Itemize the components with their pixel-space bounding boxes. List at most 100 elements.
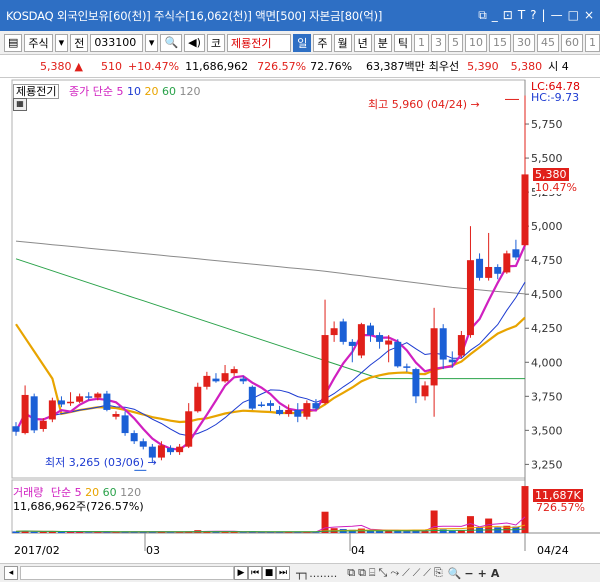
period-week[interactable]: 주 bbox=[313, 33, 332, 52]
interval-3[interactable]: 3 bbox=[431, 33, 446, 52]
candle-body bbox=[394, 341, 402, 367]
x-label-apr: 04 bbox=[351, 544, 365, 557]
restore-icon[interactable]: ⧉ bbox=[478, 8, 487, 23]
candle-body bbox=[448, 359, 456, 363]
legend-ma-label: 종가 단순 bbox=[68, 85, 113, 98]
scroll-left-icon[interactable]: ◂ bbox=[4, 566, 18, 580]
chart-area[interactable]: 5,7505,5005,2505,0004,7504,5004,2504,000… bbox=[0, 78, 600, 581]
period-month[interactable]: 월 bbox=[333, 33, 352, 52]
period-minute[interactable]: 분 bbox=[373, 33, 392, 52]
skip-end-icon[interactable]: ⏭ bbox=[276, 566, 290, 580]
y-tick-label: 3,250 bbox=[531, 458, 563, 471]
y-tick-label: 4,000 bbox=[531, 356, 563, 369]
scroll-track[interactable] bbox=[20, 566, 234, 580]
interval-5[interactable]: 5 bbox=[448, 33, 463, 52]
candle-body bbox=[130, 433, 138, 442]
help-icon[interactable]: ? bbox=[530, 8, 536, 23]
search-icon[interactable]: 🔍 bbox=[160, 33, 183, 52]
grid-icon[interactable]: ▦ bbox=[13, 98, 27, 111]
zoom-in-icon[interactable]: + bbox=[478, 567, 487, 580]
pin-icon[interactable]: ⊡ bbox=[503, 8, 513, 23]
close-icon[interactable]: × bbox=[584, 8, 594, 23]
y-tick-label: 4,500 bbox=[531, 288, 563, 301]
period-day[interactable]: 일 bbox=[293, 33, 312, 52]
all-button[interactable]: 전 bbox=[70, 33, 89, 52]
sound-icon[interactable]: ◀) bbox=[184, 33, 205, 52]
candle-body bbox=[457, 335, 465, 356]
candle-body bbox=[248, 386, 256, 409]
candle-body bbox=[39, 420, 47, 429]
min-icon[interactable]: — bbox=[551, 8, 563, 23]
candle-body bbox=[221, 373, 229, 382]
volume-bar bbox=[239, 532, 247, 533]
interval-30[interactable]: 30 bbox=[513, 33, 535, 52]
last-volume-pct: 726.57% bbox=[536, 501, 585, 514]
candle-body bbox=[57, 400, 65, 405]
candle-body bbox=[212, 378, 220, 382]
candle-body bbox=[176, 446, 184, 453]
candle-body bbox=[348, 341, 356, 346]
font-icon[interactable]: A bbox=[491, 567, 500, 580]
candle-body bbox=[403, 366, 411, 368]
candle-body bbox=[194, 386, 202, 412]
skip-start-icon[interactable]: ⏮ bbox=[248, 566, 262, 580]
panel-icon[interactable]: ▤ bbox=[4, 33, 23, 52]
y-tick-label: 5,750 bbox=[531, 118, 563, 131]
x-label-mar: 03 bbox=[146, 544, 160, 557]
candle-body bbox=[203, 375, 211, 387]
interval-1[interactable]: 1 bbox=[414, 33, 429, 52]
legend-ma60: 60 bbox=[161, 85, 176, 98]
code-dropdown-icon[interactable]: ▾ bbox=[144, 33, 159, 52]
candle-body bbox=[521, 174, 529, 246]
candle-body bbox=[303, 403, 311, 417]
candle-body bbox=[239, 378, 247, 382]
volume-ratio: 726.57% bbox=[257, 59, 307, 73]
candle-body bbox=[85, 396, 93, 398]
interval-60[interactable]: 60 bbox=[561, 33, 583, 52]
legend-stock-name: 제룡전기 bbox=[13, 84, 60, 99]
candle-body bbox=[67, 401, 75, 404]
bottom-scrollbar[interactable]: ◂ ▶ ⏮ ■ ⏭ ┬┐........ ⧉⧉⌸⤡⤳⟋⟋⟋⎘ 🔍 − + A bbox=[0, 563, 600, 582]
y-tick-label: 3,500 bbox=[531, 424, 563, 437]
candle-body bbox=[30, 396, 38, 431]
candle-body bbox=[76, 396, 84, 402]
volume-value: 11,686,962 bbox=[185, 59, 249, 73]
play-icon[interactable]: ▶ bbox=[234, 566, 248, 580]
candle-body bbox=[103, 393, 111, 410]
toolbar: ▤ 주식 ▾ 전 033100 ▾ 🔍 ◀) 코 제룡전기 일 주 월 년 분 … bbox=[0, 31, 600, 55]
candle-body bbox=[321, 335, 329, 404]
interval-45[interactable]: 45 bbox=[537, 33, 559, 52]
stock-name[interactable]: 제룡전기 bbox=[227, 33, 292, 52]
zoom-slider[interactable]: ┬┐........ bbox=[296, 567, 337, 580]
candle-body bbox=[257, 404, 265, 406]
ma60-line bbox=[15, 258, 525, 380]
candle-body bbox=[485, 266, 493, 278]
volume-bar bbox=[30, 531, 38, 533]
candle-body bbox=[466, 260, 474, 336]
separator-icon: | bbox=[541, 8, 546, 22]
stop-icon[interactable]: ■ bbox=[262, 566, 276, 580]
volume-value-label: 11,686,962주(726.57%) bbox=[13, 500, 144, 513]
candle-body bbox=[157, 445, 165, 458]
legend-ma120: 120 bbox=[179, 85, 201, 98]
market-dropdown-icon[interactable]: ▾ bbox=[54, 33, 69, 52]
magnify-icon[interactable]: 🔍 bbox=[448, 567, 462, 580]
ma5-line bbox=[15, 244, 527, 451]
interval-15[interactable]: 15 bbox=[489, 33, 511, 52]
candle-body bbox=[476, 258, 484, 278]
code-input[interactable]: 033100 bbox=[90, 33, 143, 52]
zoom-out-icon[interactable]: − bbox=[464, 567, 473, 580]
max-icon[interactable]: □ bbox=[568, 8, 579, 23]
low-annotation: 최저 3,265 (03/06) → bbox=[45, 456, 157, 469]
market-select[interactable]: 주식 bbox=[24, 33, 53, 52]
turnover-rate: 72.76% bbox=[310, 59, 353, 73]
text-icon[interactable]: T bbox=[518, 8, 525, 23]
period-tick[interactable]: 틱 bbox=[393, 33, 412, 52]
interval-10[interactable]: 10 bbox=[465, 33, 487, 52]
candle-body bbox=[503, 253, 511, 273]
minimize-icon[interactable]: _ bbox=[492, 8, 498, 23]
drawing-tools-icon[interactable]: ⧉⧉⌸⤡⤳⟋⟋⟋⎘ bbox=[347, 566, 445, 580]
period-year[interactable]: 년 bbox=[353, 33, 372, 52]
candle-body bbox=[357, 324, 365, 356]
interval-1b[interactable]: 1 bbox=[585, 33, 600, 52]
